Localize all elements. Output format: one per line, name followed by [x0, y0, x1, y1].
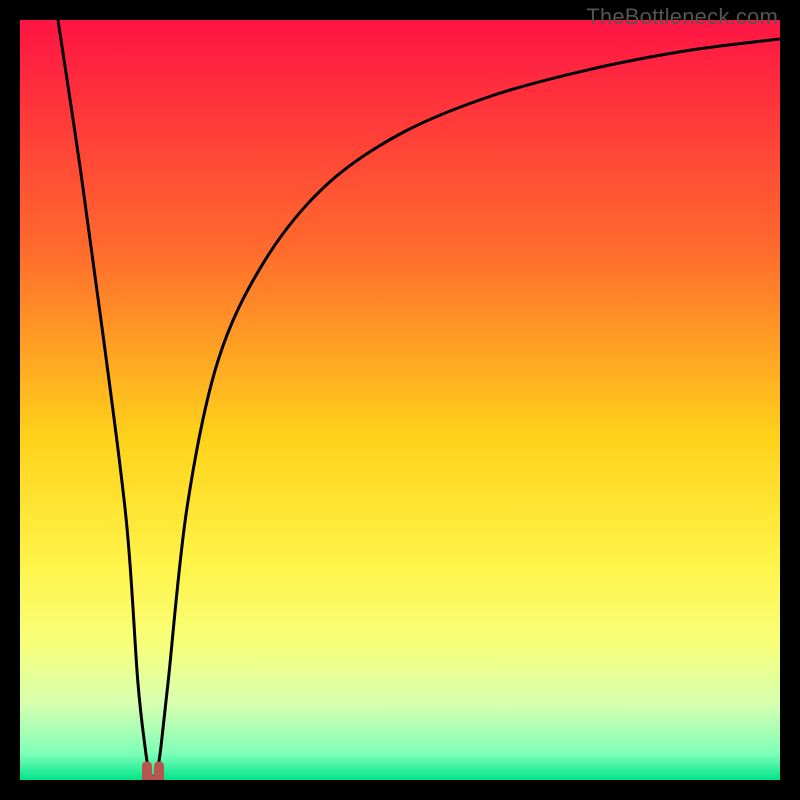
plot-area: [20, 20, 780, 780]
chart-svg: [20, 20, 780, 780]
watermark-text: TheBottleneck.com: [586, 4, 778, 30]
